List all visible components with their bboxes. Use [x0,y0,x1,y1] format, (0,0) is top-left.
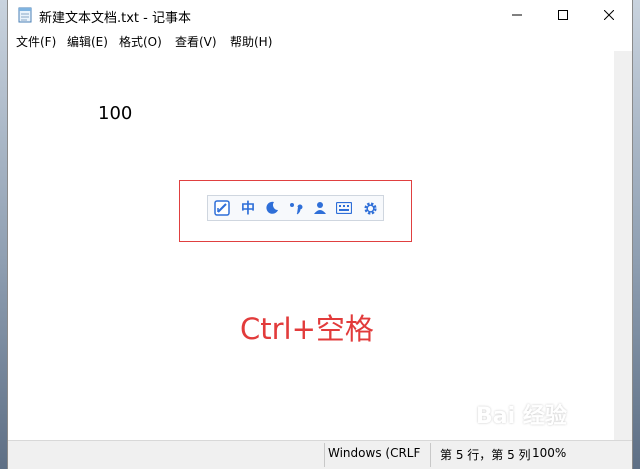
chinese-mode-toggle[interactable]: 中 [238,199,258,217]
baidu-watermark: Bai 经验 [476,404,567,429]
scrollbar-track[interactable] [616,53,630,438]
gear-icon[interactable] [360,199,380,217]
close-icon [604,10,614,20]
punctuation-icon[interactable] [286,199,306,217]
menu-bar: 文件(F) 编辑(E) 格式(O) 查看(V) 帮助(H) [8,30,632,51]
menu-edit[interactable]: 编辑(E) [67,33,108,50]
status-zoom: 100% [532,446,567,460]
ime-toolbar: 中 [207,195,384,221]
document-text: 100 [98,103,133,124]
close-button[interactable] [586,0,632,30]
menu-file[interactable]: 文件(F) [16,33,56,50]
window-title: 新建文本文档.txt - 记事本 [39,11,191,26]
menu-format[interactable]: 格式(O) [119,33,162,50]
status-separator [324,443,325,467]
notepad-icon [18,7,32,23]
menu-help[interactable]: 帮助(H) [230,33,272,50]
vertical-scrollbar[interactable] [614,51,632,440]
moon-icon[interactable] [262,199,282,217]
maximize-button[interactable] [540,0,586,30]
maximize-icon [558,10,568,20]
user-icon[interactable] [310,199,330,217]
minimize-icon [512,14,522,16]
title-bar[interactable]: 新建文本文档.txt - 记事本 [8,0,632,30]
status-cursor-position: 第 5 行，第 5 列 [440,448,530,462]
minimize-button[interactable] [494,0,540,30]
status-encoding: Windows (CRLF [328,446,421,460]
status-bar: Windows (CRLF 第 5 行，第 5 列 100% [8,440,632,469]
keyboard-icon[interactable] [334,199,354,217]
status-separator [430,443,431,467]
shortcut-annotation: Ctrl+空格 [240,312,374,346]
menu-view[interactable]: 查看(V) [175,33,217,50]
ime-logo-icon[interactable] [212,199,232,217]
